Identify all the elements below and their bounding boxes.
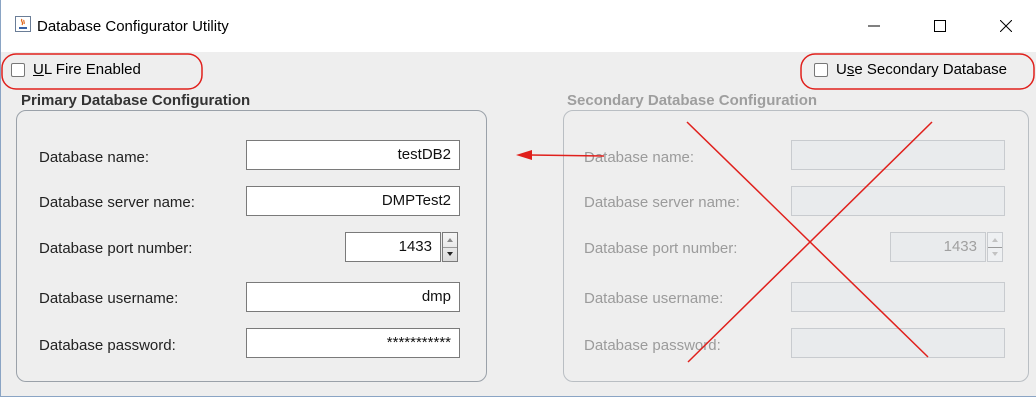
arrow-up-icon [992, 238, 998, 242]
primary-password-label: Database password: [39, 337, 176, 354]
maximize-icon [934, 20, 946, 32]
close-icon [1000, 20, 1012, 32]
java-app-icon [15, 16, 31, 32]
secondary-password-label: Database password: [584, 337, 721, 354]
secondary-db-name-label: Database name: [584, 149, 695, 166]
checkbox-box[interactable] [814, 62, 828, 77]
secondary-password-input [791, 328, 1005, 358]
minimize-button[interactable] [851, 0, 897, 52]
use-secondary-label: Use Secondary Database [836, 61, 1007, 78]
primary-password-input[interactable]: *********** [246, 328, 460, 358]
primary-server-name-label: Database server name: [39, 194, 195, 211]
secondary-username-label: Database username: [584, 290, 724, 307]
secondary-group-title: Secondary Database Configuration [567, 92, 818, 109]
spinner-up-button[interactable] [443, 233, 457, 248]
primary-username-input[interactable]: dmp [246, 282, 460, 312]
close-button[interactable] [983, 0, 1029, 52]
primary-port-label: Database port number: [39, 240, 193, 257]
primary-server-name-input[interactable]: DMPTest2 [246, 186, 460, 216]
app-window: Database Configurator Utility UL Fire En… [0, 0, 1036, 397]
spinner-down-button[interactable] [443, 247, 457, 261]
secondary-server-name-input [791, 186, 1005, 216]
window-title: Database Configurator Utility [37, 18, 229, 35]
title-bar: Database Configurator Utility [1, 0, 1036, 52]
arrow-up-icon [447, 238, 453, 242]
spinner-down-button [988, 247, 1002, 261]
secondary-port-label: Database port number: [584, 240, 738, 257]
minimize-icon [868, 25, 880, 27]
checkbox-box[interactable] [11, 62, 25, 77]
secondary-port-spinner-arrows [987, 232, 1003, 262]
secondary-port-spinner-input: 1433 [890, 232, 986, 262]
secondary-db-name-input [791, 140, 1005, 170]
arrow-down-icon [447, 252, 453, 256]
primary-username-label: Database username: [39, 290, 179, 307]
arrow-down-icon [992, 252, 998, 256]
ul-fire-enabled-checkbox[interactable]: UL Fire Enabled [11, 61, 141, 78]
spinner-up-button [988, 233, 1002, 248]
ul-fire-label: UL Fire Enabled [33, 61, 141, 78]
secondary-username-input [791, 282, 1005, 312]
maximize-button[interactable] [917, 0, 963, 52]
secondary-server-name-label: Database server name: [584, 194, 740, 211]
primary-group-title: Primary Database Configuration [21, 92, 251, 109]
primary-db-name-label: Database name: [39, 149, 150, 166]
use-secondary-database-checkbox[interactable]: Use Secondary Database [814, 61, 1007, 78]
primary-db-name-input[interactable]: testDB2 [246, 140, 460, 170]
primary-port-spinner-arrows[interactable] [442, 232, 458, 262]
primary-port-spinner-input[interactable]: 1433 [345, 232, 441, 262]
